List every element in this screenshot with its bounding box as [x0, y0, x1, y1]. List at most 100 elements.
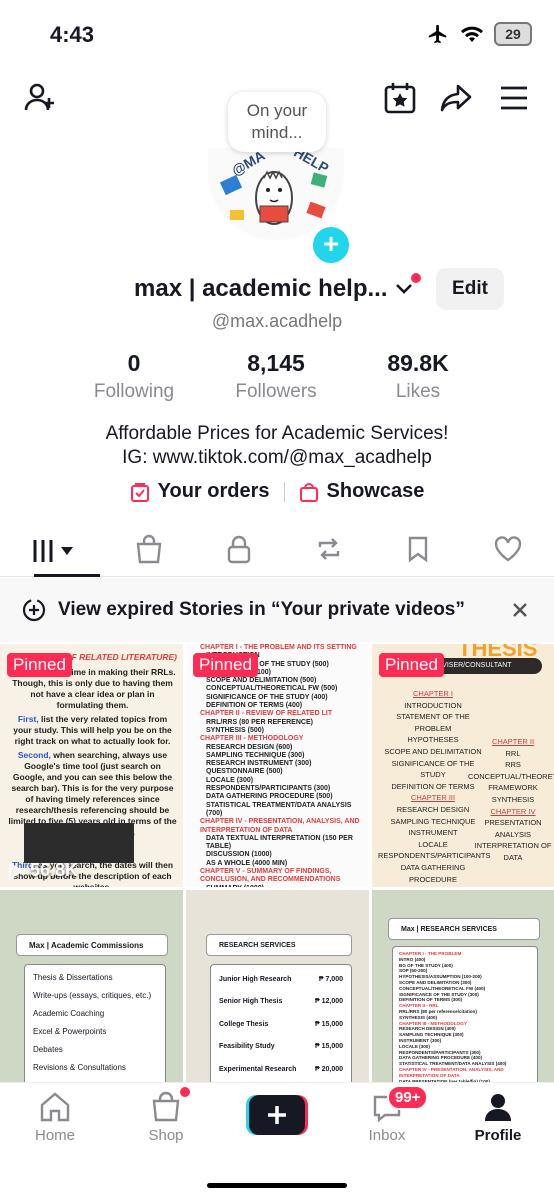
video-line: STATISTICAL TREATMENT/DATA ANALYSIS (700…	[206, 801, 352, 817]
status-icons: 29	[426, 22, 532, 46]
notification-dot	[180, 1087, 190, 1097]
video-line: CONCEPTUAL/THEORETICAL FRAMEWORK	[468, 771, 554, 793]
close-icon[interactable]	[512, 602, 528, 618]
video-line: DISCUSSION (1000)	[206, 851, 272, 859]
stat-followers[interactable]: 8,145 Followers	[201, 350, 351, 403]
video-line: DATA GATHERING PROCEDURE (500)	[206, 793, 333, 801]
shopping-bag-icon	[299, 482, 318, 502]
video-line: RESPONDENTS/PARTICIPANTS (300)	[206, 785, 331, 793]
share-icon[interactable]	[436, 78, 476, 118]
tab-reposts[interactable]	[314, 535, 344, 568]
shopping-bag-icon	[137, 534, 162, 563]
grid-icon	[33, 540, 53, 562]
showcase-link[interactable]: Showcase	[299, 480, 424, 503]
video-tile[interactable]: OF RELATED LITERATURE) It takes a long t…	[0, 644, 183, 887]
home-indicator	[207, 1183, 347, 1188]
stat-label: Following	[93, 381, 175, 402]
your-orders-link[interactable]: Your orders	[130, 480, 270, 503]
video-line: LOCALE (300)	[206, 776, 254, 784]
video-line: RESEARCH INSTRUMENT (300)	[206, 760, 312, 768]
service-name: Experimental Research	[219, 1065, 297, 1073]
nav-profile[interactable]: Profile	[448, 1091, 548, 1144]
video-line: AS A WHOLE (4000 MIN)	[206, 859, 288, 867]
search-bar: RESEARCH SERVICES	[206, 934, 352, 956]
stat-value: 8,145	[247, 350, 305, 376]
stat-following[interactable]: 0 Following	[59, 350, 209, 403]
video-tile[interactable]: Max | RESEARCH SERVICES CHAPTER I - THE …	[372, 890, 554, 1084]
profile-name[interactable]: max | academic help...	[134, 275, 388, 303]
price-row: Experimental Research ₱ 20,000	[219, 1059, 343, 1081]
tab-favorites[interactable]	[406, 535, 430, 568]
video-line: First,	[17, 714, 39, 724]
add-friend-icon[interactable]	[20, 78, 60, 118]
account-switch-chevron-icon[interactable]	[394, 278, 414, 304]
nav-shop[interactable]: Shop	[116, 1087, 216, 1144]
video-line: CHAPTER I	[412, 689, 453, 698]
wifi-icon	[461, 26, 483, 42]
video-line: CHAPTER III - METHODOLOGY	[200, 735, 304, 743]
nav-inbox[interactable]: Inbox 99+	[337, 1085, 437, 1144]
service-price: ₱ 7,000	[318, 976, 343, 983]
profile-icon	[485, 1094, 511, 1121]
video-line: INTERPRETATION OF DATA	[474, 841, 552, 862]
profile-bio: Affordable Prices for Academic Services!…	[0, 422, 554, 470]
video-tile[interactable]: Max | Academic Commissions Thesis & Diss…	[0, 890, 183, 1084]
orders-icon	[130, 482, 149, 502]
video-line: RRS	[505, 760, 521, 770]
search-bar: Max | Academic Commissions	[16, 934, 168, 956]
service-price: ₱ 20,000	[314, 1065, 343, 1073]
video-line: SAMPLING TECHNIQUE (300)	[206, 751, 305, 759]
edit-profile-button[interactable]: Edit	[436, 268, 504, 310]
service-name: Junior High Research	[219, 976, 292, 983]
video-line: DEFINITION OF TERMS (400)	[206, 702, 303, 710]
tab-videos[interactable]	[31, 538, 74, 564]
search-bar: Max | RESEARCH SERVICES	[388, 918, 540, 940]
nav-label: Home	[34, 1127, 75, 1144]
nav-home[interactable]: Home	[5, 1091, 105, 1144]
video-text: CHAPTER I - THE PROBLEM AND ITS SETTINGI…	[200, 644, 369, 887]
orders-label: Your orders	[157, 480, 270, 502]
video-line: CHAPTER IV	[490, 806, 536, 816]
story-plus-icon	[22, 598, 46, 622]
battery-indicator: 29	[494, 22, 532, 46]
stat-likes[interactable]: 89.8K Likes	[343, 350, 493, 403]
calendar-star-icon[interactable]	[380, 78, 420, 118]
search-text: Max | RESEARCH SERVICES	[401, 926, 497, 933]
video-line: CHAPTER II - REVIEW OF RELATED LIT	[200, 710, 333, 718]
video-list-item: Excel & Powerpoints	[33, 1027, 107, 1036]
video-list-item: Write-ups (essays, critiques, etc.)	[33, 991, 152, 1000]
video-tile[interactable]: CHAPTER I - THE PROBLEM AND ITS SETTINGI…	[186, 644, 369, 887]
nav-label: Inbox	[368, 1127, 406, 1144]
search-text: Max | Academic Commissions	[29, 941, 144, 950]
tab-private[interactable]	[226, 534, 252, 569]
bookmark-icon	[409, 536, 428, 562]
video-tile[interactable]: THESIS ADVISER/CONSULTANT CHAPTER I INTRO…	[372, 644, 554, 887]
create-button[interactable]	[246, 1095, 308, 1135]
bio-line: Affordable Prices for Academic Services!	[105, 423, 449, 444]
mind-bubble[interactable]: On your mind...	[228, 92, 326, 152]
video-tile[interactable]: RESEARCH SERVICES Junior High Research ₱ …	[186, 890, 369, 1084]
expired-stories-banner[interactable]: View expired Stories in “Your private vi…	[0, 578, 554, 642]
price-row: Junior High Research ₱ 7,000	[219, 969, 343, 991]
video-line: RRL/RRS (80 PER REFERENCE)	[206, 718, 313, 726]
video-line: SYNTHESIS (500)	[206, 726, 264, 734]
bio-link[interactable]: IG: www.tiktok.com/@max_acadhelp	[0, 446, 554, 470]
pinned-badge: Pinned	[193, 653, 258, 677]
tab-shop[interactable]	[135, 534, 163, 569]
play-icon	[9, 861, 24, 880]
video-line: STATEMENT OF THE PROBLEM	[396, 712, 470, 733]
video-line: DATA GATHERING PROCEDURE	[400, 862, 466, 884]
menu-icon[interactable]	[494, 78, 534, 118]
video-list: Junior High Research ₱ 7,000 Senior High T…	[210, 964, 352, 1084]
video-list-item: Debates	[33, 1045, 63, 1054]
service-price: ₱ 15,000	[314, 1020, 343, 1028]
add-story-button[interactable]: +	[310, 224, 352, 266]
video-line: SUMMARY (1000)	[206, 885, 369, 887]
repost-icon	[318, 537, 340, 560]
video-line: PRESENTATION	[484, 818, 542, 828]
tab-liked[interactable]	[493, 535, 523, 568]
divider	[283, 481, 285, 502]
video-line: ANALYSIS	[494, 829, 532, 839]
create-plus-icon	[246, 1095, 308, 1135]
status-time: 4:43	[50, 22, 95, 47]
